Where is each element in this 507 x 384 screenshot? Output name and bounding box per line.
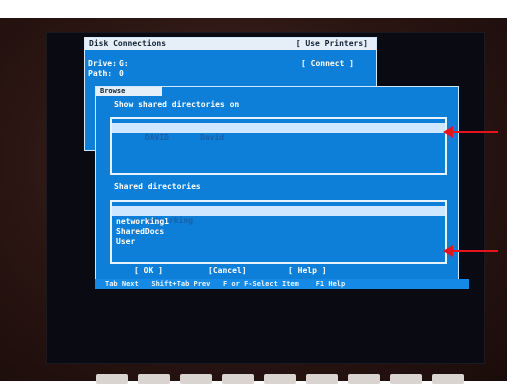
drive-value[interactable]: G: — [119, 59, 129, 68]
keyboard-key — [432, 374, 464, 384]
computers-heading: Show shared directories on — [114, 100, 240, 109]
computer-comment: David — [200, 133, 225, 142]
list-item[interactable]: User — [116, 237, 135, 246]
browse-dialog: Browse Show shared directories on DAVID D… — [95, 86, 459, 283]
shares-heading: Shared directories — [114, 182, 201, 191]
disk-connections-titlebar: Disk Connections [ Use Printers] — [85, 38, 376, 50]
keyboard-key — [138, 374, 170, 384]
browse-dialog-title: Browse — [96, 87, 162, 96]
list-item[interactable]: DAVID David — [112, 123, 445, 142]
computer-name: DAVID — [144, 133, 169, 142]
help-button[interactable]: [ Help ] — [288, 266, 327, 275]
list-item[interactable]: networking — [112, 206, 445, 225]
ok-button[interactable]: [ OK ] — [134, 266, 163, 275]
drive-label: Drive: — [88, 59, 117, 68]
keyboard-key — [390, 374, 422, 384]
computers-listbox[interactable]: DAVID David — [110, 117, 447, 175]
keyboard-key — [348, 374, 380, 384]
keyboard-key — [264, 374, 296, 384]
status-bar: Tab Next Shift+Tab Prev F or F-Select It… — [95, 279, 469, 289]
path-label: Path: — [88, 69, 113, 78]
window-title: Disk Connections — [89, 39, 167, 48]
path-value[interactable]: 0 — [119, 69, 124, 78]
shares-listbox[interactable]: networking networking1 SharedDocs User — [110, 200, 447, 264]
annotation-arrow — [443, 245, 498, 257]
keyboard-key — [222, 374, 254, 384]
annotation-arrow — [443, 126, 498, 138]
keyboard-key — [306, 374, 338, 384]
list-item[interactable]: networking1 — [116, 217, 169, 226]
list-item[interactable]: SharedDocs — [116, 227, 164, 236]
connect-button[interactable]: [ Connect ] — [301, 59, 354, 68]
arrow-head — [443, 245, 453, 257]
use-printers-button[interactable]: [ Use Printers] — [296, 38, 368, 50]
cancel-button[interactable]: [Cancel] — [208, 266, 247, 275]
arrow-head — [443, 126, 453, 138]
keyboard-key — [96, 374, 128, 384]
keyboard-key — [180, 374, 212, 384]
